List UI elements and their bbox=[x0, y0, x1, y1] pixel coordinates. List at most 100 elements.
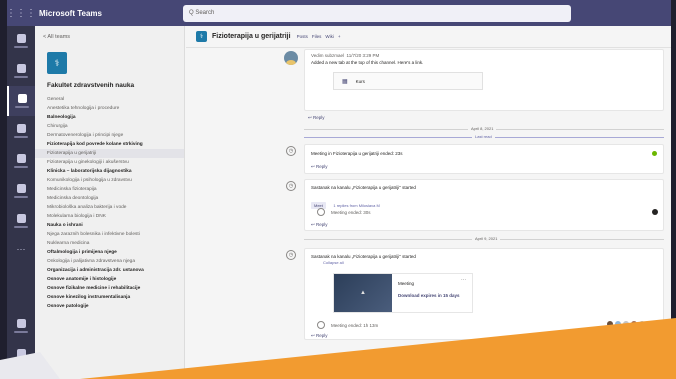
calendar-icon bbox=[16, 154, 26, 163]
activity-icon bbox=[16, 34, 26, 43]
message-body: Sastanak na kanalu „Fizioterapija u geri… bbox=[311, 185, 416, 190]
sidebar-channel-item[interactable]: Njega zaraznih bolesnika i infektivne bo… bbox=[35, 230, 184, 239]
rail-assignments[interactable] bbox=[7, 116, 35, 146]
tab-wiki[interactable]: Wiki bbox=[325, 34, 334, 39]
channel-title: Fizioterapija u gerijatriji bbox=[212, 33, 291, 40]
avatar[interactable] bbox=[652, 209, 658, 215]
sidebar-channel-item[interactable]: Nuklearna medicina bbox=[35, 239, 184, 248]
reply-link[interactable]: ↩ Reply bbox=[308, 115, 325, 121]
more-options-icon[interactable]: ··· bbox=[461, 277, 466, 283]
rail-label bbox=[14, 136, 28, 138]
top-bar: ⋮⋮⋮ Microsoft Teams Q Search bbox=[7, 0, 671, 26]
tab-attachment[interactable]: ▦ Kurs bbox=[333, 72, 483, 90]
rail-chat[interactable] bbox=[7, 56, 35, 86]
rail-label bbox=[14, 46, 28, 48]
participant-avatar bbox=[647, 321, 653, 327]
meeting-ended-text: Meeting ended: 30s bbox=[331, 209, 371, 215]
channel-sidebar: < All teams ⚕ Fakultet zdravstvenih nauk… bbox=[35, 26, 185, 379]
sidebar-channel-item[interactable]: Molekularna biologija i DNK bbox=[35, 212, 184, 221]
channel-list: General Anestetika tehnologija i procedur… bbox=[35, 95, 184, 311]
reply-link[interactable]: ↩ Reply bbox=[311, 222, 328, 228]
message-card: Sastanak na kanalu „Fizioterapija u geri… bbox=[304, 248, 664, 340]
recording-thumbnail[interactable]: ▲ bbox=[334, 274, 392, 312]
recording-card[interactable]: ▲ Meeting Download expires in 15 days ··… bbox=[333, 273, 473, 313]
tab-icon: ▦ bbox=[342, 78, 348, 85]
rail-label bbox=[14, 361, 28, 363]
message-time: 11/7/20 3:29 PM bbox=[346, 53, 380, 58]
files-icon bbox=[16, 214, 26, 223]
rail-label bbox=[14, 331, 28, 333]
participant-avatar bbox=[631, 321, 637, 327]
participants[interactable] bbox=[605, 321, 653, 327]
recording-download[interactable]: Download expires in 15 days bbox=[398, 293, 460, 298]
message-body: Sastanak na kanalu „Fizioterapija u geri… bbox=[311, 254, 416, 259]
sidebar-channel-item[interactable]: Mikrobiološka analiza bakterija i vode bbox=[35, 203, 184, 212]
sidebar-channel-item[interactable]: Nauka o ishrani bbox=[35, 221, 184, 230]
search-input[interactable]: Q Search bbox=[183, 4, 571, 22]
sidebar-channel-item[interactable]: Osnove kinezilog instrumentalisanja bbox=[35, 293, 184, 302]
sidebar-channel-item[interactable]: Komunikologija i psihologija u zdravstvu bbox=[35, 176, 184, 185]
sidebar-channel-item[interactable]: Osnove patologije bbox=[35, 302, 184, 311]
apps-icon bbox=[16, 319, 26, 328]
help-icon bbox=[16, 349, 26, 358]
sidebar-channel-item[interactable]: Fizioterapija kod povrede kolane strkivi… bbox=[35, 140, 184, 149]
sidebar-channel-item[interactable]: General bbox=[35, 95, 184, 104]
app-title: Microsoft Teams bbox=[39, 8, 102, 18]
recording-title: Meeting bbox=[398, 281, 415, 286]
participant-avatar bbox=[639, 321, 645, 327]
sidebar-channel-item[interactable]: Anestetika tehnologija i procedure bbox=[35, 104, 184, 113]
message-card: Meeting in Fizioterapija u gerijatriji e… bbox=[304, 144, 664, 174]
app-launcher-icon[interactable]: ⋮⋮⋮ bbox=[7, 0, 36, 26]
date-label: April 8, 2021 bbox=[468, 126, 497, 131]
sidebar-channel-item[interactable]: Klinicka – laboratorijska dijagnostika bbox=[35, 167, 184, 176]
add-tab-button[interactable]: + bbox=[338, 34, 341, 39]
sidebar-channel-item[interactable]: Medicinska fizioterapija bbox=[35, 185, 184, 194]
meeting-ended-text: Meeting ended: 1h 13m bbox=[331, 322, 379, 328]
rail-label bbox=[14, 76, 28, 78]
sidebar-channel-item[interactable]: Medicinska deontologija bbox=[35, 194, 184, 203]
all-teams-link[interactable]: < All teams bbox=[35, 26, 184, 46]
channel-header: ⚕ Fizioterapija u gerijatriji Posts File… bbox=[186, 26, 671, 48]
sidebar-channel-item[interactable]: Balneologija bbox=[35, 113, 184, 122]
team-logo-icon: ⚕ bbox=[47, 52, 67, 74]
rail-bottom bbox=[7, 311, 35, 371]
message-card: Vedim subzmael 11/7/20 3:29 PM Added a n… bbox=[304, 49, 664, 111]
sidebar-channel-item[interactable]: Onkologija i palijativna zdravstvena nje… bbox=[35, 257, 184, 266]
rail-calendar[interactable] bbox=[7, 146, 35, 176]
sidebar-channel-item[interactable]: Dermatovenerologija i principi njege bbox=[35, 131, 184, 140]
assignments-icon bbox=[16, 124, 26, 133]
app-rail: ··· bbox=[7, 26, 35, 379]
rail-calls[interactable] bbox=[7, 176, 35, 206]
meeting-icon: ◷ bbox=[286, 146, 296, 156]
sidebar-channel-item[interactable]: Osnove fizikalne medicine i rehabilitaci… bbox=[35, 284, 184, 293]
sidebar-channel-item[interactable]: Chirurgija bbox=[35, 122, 184, 131]
reply-link[interactable]: ↩ Reply bbox=[311, 333, 328, 339]
rail-help[interactable] bbox=[7, 341, 35, 371]
rail-apps[interactable] bbox=[7, 311, 35, 341]
team-name[interactable]: Fakultet zdravstvenih nauka bbox=[35, 74, 184, 95]
message-body: Added a new tab at the top of this chann… bbox=[311, 60, 424, 65]
channel-main: ⚕ Fizioterapija u gerijatriji Posts File… bbox=[186, 26, 671, 379]
avatar[interactable] bbox=[284, 51, 298, 65]
rail-label bbox=[14, 166, 28, 168]
more-icon[interactable]: ··· bbox=[7, 236, 35, 254]
tab-posts[interactable]: Posts bbox=[297, 34, 308, 39]
rail-teams[interactable] bbox=[7, 86, 35, 116]
sidebar-channel-item[interactable]: Osnove anatomije i histologije bbox=[35, 275, 184, 284]
channel-team-icon: ⚕ bbox=[196, 31, 207, 42]
sidebar-channel-item[interactable]: Fizioterapija u gerijatriji bbox=[35, 149, 184, 158]
play-icon: ▲ bbox=[360, 290, 366, 296]
attachment-label: Kurs bbox=[355, 78, 365, 84]
rail-activity[interactable] bbox=[7, 26, 35, 56]
collapse-all-link[interactable]: Collapse all bbox=[323, 260, 344, 265]
date-label: April 9, 2021 bbox=[472, 236, 501, 241]
rail-files[interactable] bbox=[7, 206, 35, 236]
participant-avatar bbox=[607, 321, 613, 327]
sidebar-channel-item[interactable]: Organizacija i administracija zdr. ustan… bbox=[35, 266, 184, 275]
sidebar-channel-item[interactable]: Oftalmologija i primijena njege bbox=[35, 248, 184, 257]
tab-files[interactable]: Files bbox=[312, 34, 322, 39]
message-body: Meeting in Fizioterapija u gerijatriji e… bbox=[311, 151, 403, 156]
sidebar-channel-item[interactable]: Fizioterapija u ginekologiji i akušerstv… bbox=[35, 158, 184, 167]
reply-link[interactable]: ↩ Reply bbox=[311, 164, 328, 170]
message-author[interactable]: Vedim subzmael bbox=[311, 53, 344, 58]
